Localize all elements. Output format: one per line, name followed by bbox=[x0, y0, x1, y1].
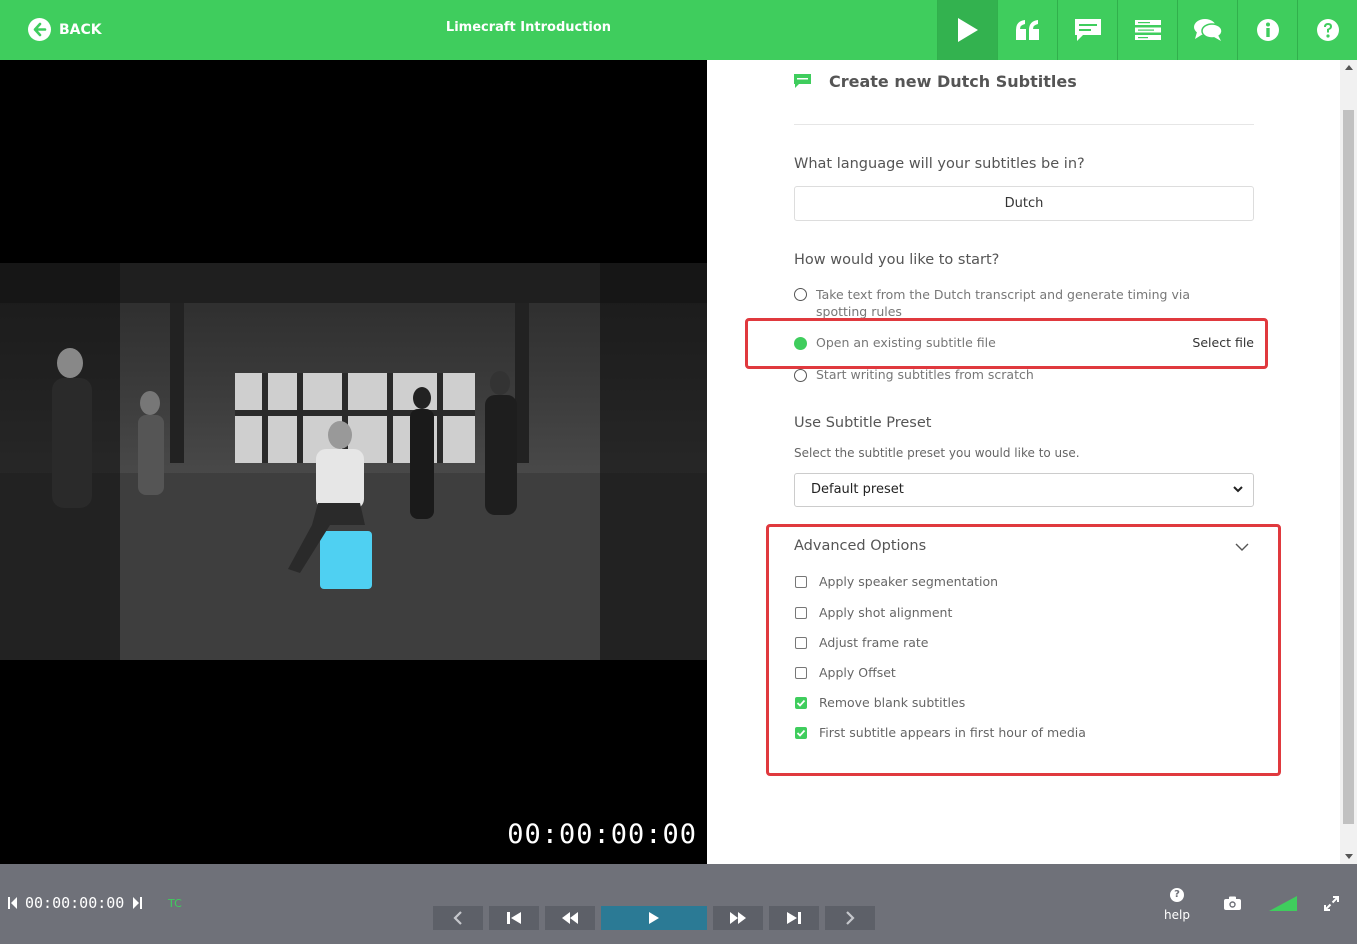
camera-icon[interactable] bbox=[1224, 896, 1241, 910]
previous-button[interactable] bbox=[433, 906, 483, 930]
option-frame-rate[interactable]: Adjust frame rate bbox=[795, 635, 928, 650]
play-icon bbox=[957, 18, 978, 42]
panel-heading-text: Create new Dutch Subtitles bbox=[829, 72, 1077, 91]
scroll-down-icon[interactable] bbox=[1345, 854, 1353, 859]
volume-icon[interactable] bbox=[1269, 896, 1297, 911]
panel-heading: Create new Dutch Subtitles bbox=[794, 72, 1077, 91]
help-icon: ? bbox=[1170, 888, 1184, 902]
scroll-up-icon[interactable] bbox=[1345, 65, 1353, 70]
radio-option-scratch[interactable]: Start writing subtitles from scratch bbox=[794, 367, 1254, 382]
select-file-link[interactable]: Select file bbox=[1192, 335, 1254, 350]
rewind-icon bbox=[562, 912, 578, 924]
mark-in-icon[interactable] bbox=[8, 896, 18, 910]
shots-tab-button[interactable] bbox=[1117, 0, 1177, 60]
help-icon bbox=[1316, 19, 1339, 41]
subtitles-tab-button[interactable] bbox=[1057, 0, 1117, 60]
option-first-hour[interactable]: First subtitle appears in first hour of … bbox=[795, 725, 1086, 740]
top-bar: BACK Limecraft Introduction bbox=[0, 0, 1357, 60]
checkbox[interactable] bbox=[795, 666, 807, 679]
option-speaker-segmentation[interactable]: Apply speaker segmentation bbox=[795, 574, 998, 589]
checkbox[interactable] bbox=[795, 606, 807, 619]
preset-hint: Select the subtitle preset you would lik… bbox=[794, 446, 1080, 460]
skip-start-icon bbox=[507, 912, 521, 924]
checkbox-label: Apply speaker segmentation bbox=[819, 574, 999, 589]
checkbox-label: First subtitle appears in first hour of … bbox=[819, 725, 1086, 740]
chevron-down-icon[interactable] bbox=[1235, 542, 1249, 552]
mark-out-icon[interactable] bbox=[132, 896, 143, 910]
video-still-image bbox=[0, 263, 707, 660]
radio-label: Take text from the Dutch transcript and … bbox=[816, 287, 1190, 319]
chevron-left-icon bbox=[453, 911, 462, 925]
chevron-right-icon bbox=[846, 911, 855, 925]
checkbox[interactable] bbox=[795, 575, 807, 588]
video-timecode: 00:00:00:00 bbox=[507, 819, 697, 850]
checkbox-label: Apply Offset bbox=[819, 665, 896, 680]
help-button[interactable]: ? help bbox=[1163, 888, 1191, 922]
play-button[interactable] bbox=[601, 906, 707, 930]
fast-forward-button[interactable] bbox=[713, 906, 763, 930]
checkbox-checked[interactable] bbox=[795, 726, 807, 739]
rewind-button[interactable] bbox=[545, 906, 595, 930]
quote-icon bbox=[1015, 20, 1039, 40]
transcript-tab-button[interactable] bbox=[997, 0, 1057, 60]
fullscreen-icon[interactable] bbox=[1324, 896, 1339, 911]
radio-button-selected[interactable] bbox=[794, 337, 807, 350]
timecode-mode-label[interactable]: TC bbox=[168, 897, 182, 910]
toolbar bbox=[937, 0, 1357, 60]
checkbox-label: Remove blank subtitles bbox=[819, 695, 966, 710]
option-remove-blank[interactable]: Remove blank subtitles bbox=[795, 695, 965, 710]
checkbox-label: Adjust frame rate bbox=[819, 635, 929, 650]
radio-button[interactable] bbox=[794, 288, 807, 301]
scrollbar[interactable] bbox=[1340, 60, 1357, 864]
checkbox-checked[interactable] bbox=[795, 696, 807, 709]
option-offset[interactable]: Apply Offset bbox=[795, 665, 896, 680]
checkmark-icon bbox=[796, 699, 806, 707]
preset-title: Use Subtitle Preset bbox=[794, 415, 932, 431]
transport-controls bbox=[433, 906, 875, 930]
skip-end-icon bbox=[787, 912, 801, 924]
language-question: What language will your subtitles be in? bbox=[794, 156, 1085, 172]
chevron-down-icon bbox=[1233, 486, 1243, 493]
checkbox[interactable] bbox=[795, 636, 807, 649]
player-controls-bar: 00:00:00:00 TC ? help bbox=[0, 864, 1357, 944]
preset-select[interactable]: Default preset bbox=[794, 473, 1254, 507]
timecode-row: 00:00:00:00 bbox=[8, 894, 143, 912]
fast-forward-icon bbox=[730, 912, 746, 924]
language-field[interactable]: Dutch bbox=[794, 186, 1254, 221]
radio-option-transcript[interactable]: Take text from the Dutch transcript and … bbox=[794, 286, 1254, 320]
video-player[interactable]: 00:00:00:00 bbox=[0, 60, 707, 864]
help-label: help bbox=[1164, 908, 1190, 922]
subtitle-icon bbox=[794, 74, 811, 88]
go-to-end-button[interactable] bbox=[769, 906, 819, 930]
checkmark-icon bbox=[796, 729, 806, 737]
play-icon bbox=[649, 912, 659, 924]
option-shot-alignment[interactable]: Apply shot alignment bbox=[795, 605, 952, 620]
radio-label: Start writing subtitles from scratch bbox=[816, 367, 1034, 382]
info-tab-button[interactable] bbox=[1237, 0, 1297, 60]
checkbox-label: Apply shot alignment bbox=[819, 605, 953, 620]
scrollbar-thumb[interactable] bbox=[1343, 110, 1354, 824]
player-timecode: 00:00:00:00 bbox=[25, 894, 125, 912]
list-icon bbox=[1134, 20, 1161, 40]
help-tab-button[interactable] bbox=[1297, 0, 1357, 60]
go-to-start-button[interactable] bbox=[489, 906, 539, 930]
page-title: Limecraft Introduction bbox=[445, 20, 612, 35]
subtitle-icon bbox=[1074, 19, 1101, 41]
advanced-options-toggle[interactable]: Advanced Options bbox=[794, 538, 926, 554]
preset-value: Default preset bbox=[811, 482, 904, 497]
divider bbox=[794, 124, 1254, 125]
radio-option-existing-file[interactable]: Open an existing subtitle file Select fi… bbox=[794, 335, 1254, 350]
subtitle-panel: Create new Dutch Subtitles What language… bbox=[707, 60, 1357, 864]
start-question: How would you like to start? bbox=[794, 252, 1000, 268]
player-tab-button[interactable] bbox=[937, 0, 997, 60]
info-icon bbox=[1256, 19, 1279, 41]
radio-button[interactable] bbox=[794, 369, 807, 382]
next-button[interactable] bbox=[825, 906, 875, 930]
radio-label: Open an existing subtitle file bbox=[816, 335, 996, 350]
video-frame bbox=[0, 263, 707, 660]
comments-tab-button[interactable] bbox=[1177, 0, 1237, 60]
comments-icon bbox=[1193, 19, 1223, 41]
